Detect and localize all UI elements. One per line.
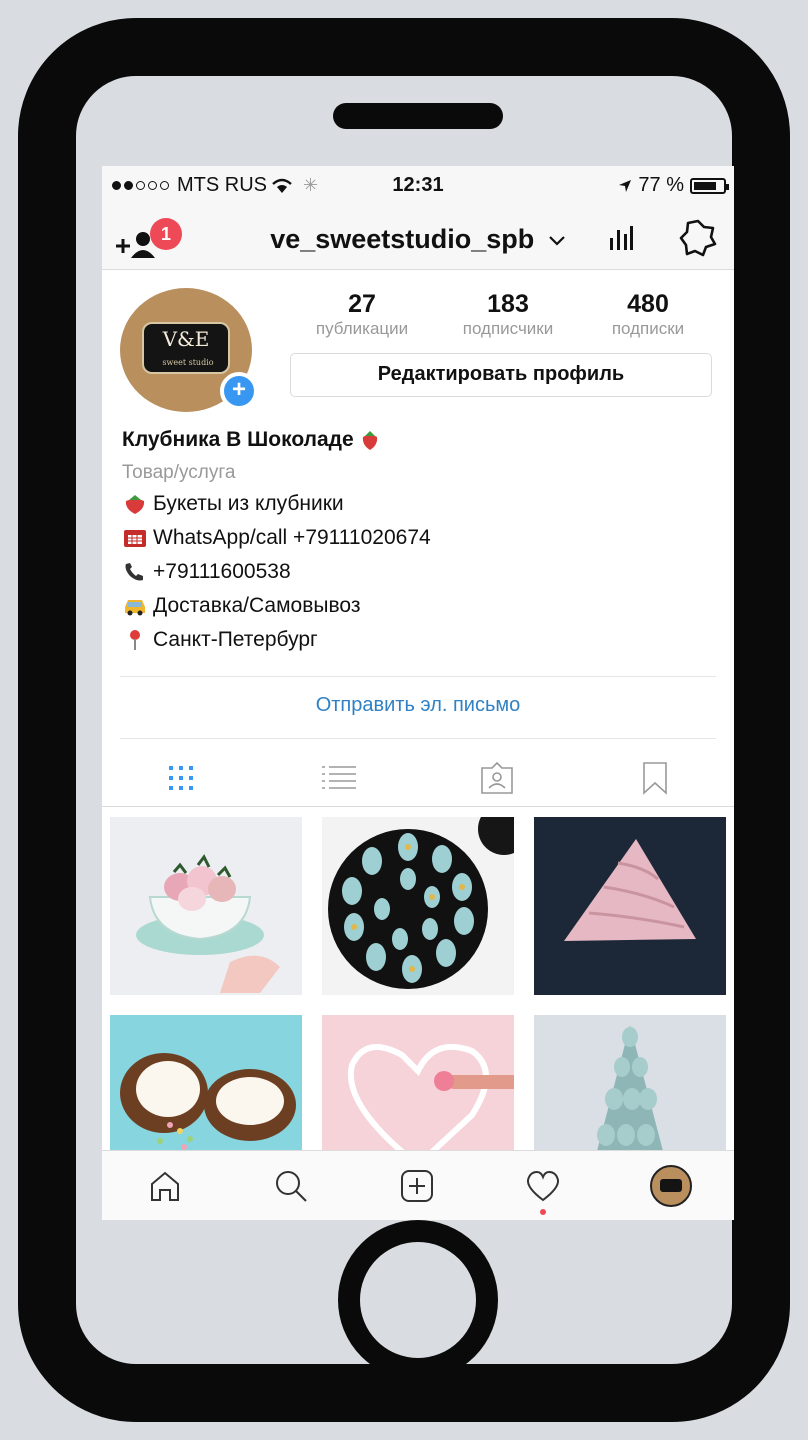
saved-icon xyxy=(643,762,667,795)
bio-line: Букеты из клубники xyxy=(122,492,344,516)
settings-button[interactable] xyxy=(678,218,718,263)
divider xyxy=(120,738,716,739)
bio-line: WhatsApp/call +79111020674 xyxy=(122,526,431,550)
tab-grid[interactable] xyxy=(102,750,260,806)
nav-search[interactable] xyxy=(228,1151,354,1220)
pink-meringue-pyramid xyxy=(534,817,726,995)
profile-header: 1 ve_sweetstudio_spb xyxy=(102,206,734,270)
following-count: 480 xyxy=(627,290,669,318)
post-thumbnail[interactable] xyxy=(322,817,514,995)
battery-percent: 77 % xyxy=(638,174,684,196)
username-switcher[interactable]: ve_sweetstudio_spb xyxy=(102,224,734,255)
edit-profile-button[interactable]: Редактировать профиль xyxy=(290,353,712,397)
post-thumbnail[interactable] xyxy=(110,817,302,995)
insights-button[interactable] xyxy=(608,220,634,259)
taxi-icon xyxy=(125,600,145,616)
activity-indicator xyxy=(540,1209,546,1215)
bottom-nav xyxy=(102,1150,734,1220)
profile-avatar-icon xyxy=(650,1165,692,1207)
chevron-down-icon xyxy=(549,236,565,246)
bio-line: Санкт-Петербург xyxy=(122,628,318,652)
home-icon xyxy=(151,1171,179,1201)
add-story-button[interactable]: + xyxy=(220,372,258,410)
profile-name: Клубника В Шоколаде xyxy=(122,428,354,451)
following-stat[interactable]: 480 подписки xyxy=(578,290,718,340)
nav-profile[interactable] xyxy=(608,1151,734,1220)
tab-tagged[interactable] xyxy=(418,750,576,806)
bio-line: +79111600538 xyxy=(122,560,291,584)
location-arrow-icon xyxy=(619,179,632,192)
gear-icon xyxy=(679,219,717,257)
chocolate-strawberry-platter xyxy=(322,817,514,995)
list-view-icon xyxy=(322,766,356,789)
phone-home-button[interactable] xyxy=(338,1220,498,1380)
phone-speaker xyxy=(333,103,503,129)
username: ve_sweetstudio_spb xyxy=(270,224,535,254)
profile-tabs xyxy=(102,750,734,806)
posts-stat[interactable]: 27 публикации xyxy=(292,290,432,340)
search-icon xyxy=(276,1171,307,1202)
strawberry-icon xyxy=(362,431,377,450)
divider xyxy=(102,806,734,807)
activity-icon xyxy=(526,1170,560,1202)
followers-stat[interactable]: 183 подписчики xyxy=(438,290,578,340)
strawberries-in-teacup xyxy=(110,817,302,995)
profile-category: Товар/услуга xyxy=(122,462,236,483)
tab-saved[interactable] xyxy=(576,750,734,806)
following-label: подписки xyxy=(611,319,685,338)
profile-name-row: Клубника В Шоколаде xyxy=(122,428,380,452)
nav-new-post[interactable] xyxy=(354,1151,480,1220)
bio-line: Доставка/Самовывоз xyxy=(122,594,360,618)
new-post-icon xyxy=(401,1170,433,1202)
post-thumbnail[interactable] xyxy=(534,817,726,995)
strawberry-icon xyxy=(125,495,145,514)
battery-group: 77 % xyxy=(618,174,729,197)
battery-icon xyxy=(690,177,729,194)
status-bar: MTS RUS ✳ 12:31 77 % xyxy=(102,166,734,206)
followers-label: подписчики xyxy=(462,319,554,338)
tab-list[interactable] xyxy=(260,750,418,806)
posts-count: 27 xyxy=(348,290,376,318)
avatar-logo: V&E sweet studio xyxy=(142,322,230,374)
telephone-icon xyxy=(124,530,146,547)
posts-label: публикации xyxy=(315,319,409,338)
grid-view-icon xyxy=(169,766,193,790)
bar-chart-icon xyxy=(610,226,633,250)
email-button[interactable]: Отправить эл. письмо xyxy=(102,694,734,717)
divider xyxy=(120,676,716,677)
pin-icon xyxy=(130,630,140,650)
nav-home[interactable] xyxy=(102,1151,228,1220)
phone-receiver-icon xyxy=(125,563,143,581)
followers-count: 183 xyxy=(487,290,529,318)
phone-screen: MTS RUS ✳ 12:31 77 % 1 ve_sweetstudio_sp… xyxy=(102,166,734,1220)
tagged-icon xyxy=(481,761,513,794)
